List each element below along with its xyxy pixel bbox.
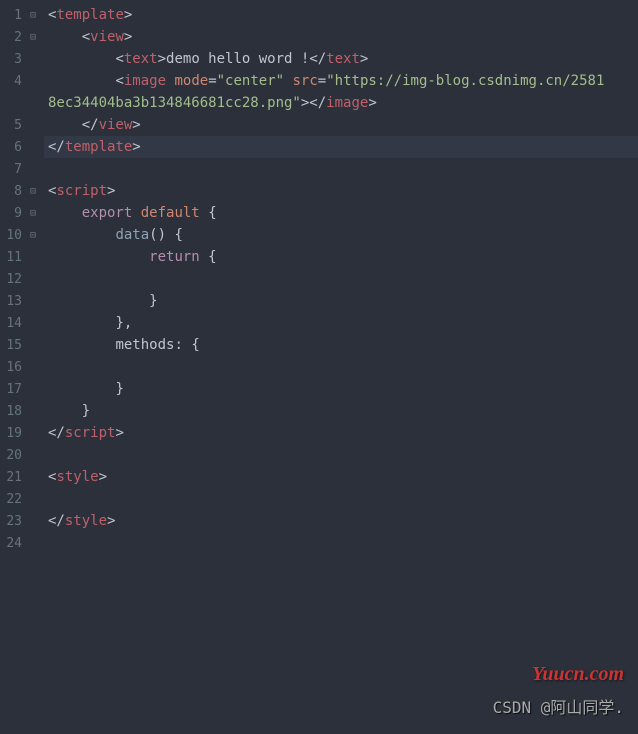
code-line: [44, 268, 638, 290]
line-number: 8: [0, 184, 24, 199]
line-number: 12: [0, 272, 24, 287]
code-line: </style>: [44, 510, 638, 532]
code-line: export default {: [44, 202, 638, 224]
code-line: }: [44, 400, 638, 422]
line-number: 11: [0, 250, 24, 265]
code-content[interactable]: <template> <view> <text>demo hello word …: [44, 0, 638, 734]
line-number: 9: [0, 206, 24, 221]
code-line: <style>: [44, 466, 638, 488]
code-line: 8ec34404ba3b134846681cc28.png"></image>: [44, 92, 638, 114]
code-line: data() {: [44, 224, 638, 246]
line-number: 20: [0, 448, 24, 463]
code-line: [44, 356, 638, 378]
fold-icon[interactable]: ⊟: [24, 230, 42, 241]
fold-icon[interactable]: ⊟: [24, 208, 42, 219]
fold-icon[interactable]: ⊟: [24, 186, 42, 197]
code-line: [44, 532, 638, 554]
watermark-site: Yuucn.com: [532, 663, 624, 686]
fold-icon[interactable]: ⊟: [24, 10, 42, 21]
line-number: 14: [0, 316, 24, 331]
line-number: 5: [0, 118, 24, 133]
line-number: 10: [0, 228, 24, 243]
code-line: [44, 158, 638, 180]
code-line: [44, 444, 638, 466]
line-number: 23: [0, 514, 24, 529]
line-number: 13: [0, 294, 24, 309]
line-number: 4: [0, 74, 24, 89]
code-editor[interactable]: 1⊟ 2⊟ 3 4 5 6 7 8⊟ 9⊟ 10⊟ 11 12 13 14 15…: [0, 0, 638, 734]
code-line: return {: [44, 246, 638, 268]
gutter: 1⊟ 2⊟ 3 4 5 6 7 8⊟ 9⊟ 10⊟ 11 12 13 14 15…: [0, 0, 44, 734]
line-number: 17: [0, 382, 24, 397]
code-line: </view>: [44, 114, 638, 136]
code-line: <script>: [44, 180, 638, 202]
code-line: <image mode="center" src="https://img-bl…: [44, 70, 638, 92]
line-number: 15: [0, 338, 24, 353]
code-line: },: [44, 312, 638, 334]
code-line: }: [44, 378, 638, 400]
line-number: 1: [0, 8, 24, 23]
code-line: }: [44, 290, 638, 312]
line-number: 18: [0, 404, 24, 419]
code-line: methods: {: [44, 334, 638, 356]
line-number: 21: [0, 470, 24, 485]
watermark-author: CSDN @阿山同学.: [493, 694, 624, 718]
line-number: 3: [0, 52, 24, 67]
code-line: [44, 488, 638, 510]
line-number: 6: [0, 140, 24, 155]
line-number: 16: [0, 360, 24, 375]
code-line: <text>demo hello word !</text>: [44, 48, 638, 70]
code-line: <view>: [44, 26, 638, 48]
code-line-active: </template>: [44, 136, 638, 158]
line-number: 19: [0, 426, 24, 441]
code-line: </script>: [44, 422, 638, 444]
code-line: <template>: [44, 4, 638, 26]
line-number: 7: [0, 162, 24, 177]
fold-icon[interactable]: ⊟: [24, 32, 42, 43]
line-number: 24: [0, 536, 24, 551]
line-number: 22: [0, 492, 24, 507]
line-number: 2: [0, 30, 24, 45]
